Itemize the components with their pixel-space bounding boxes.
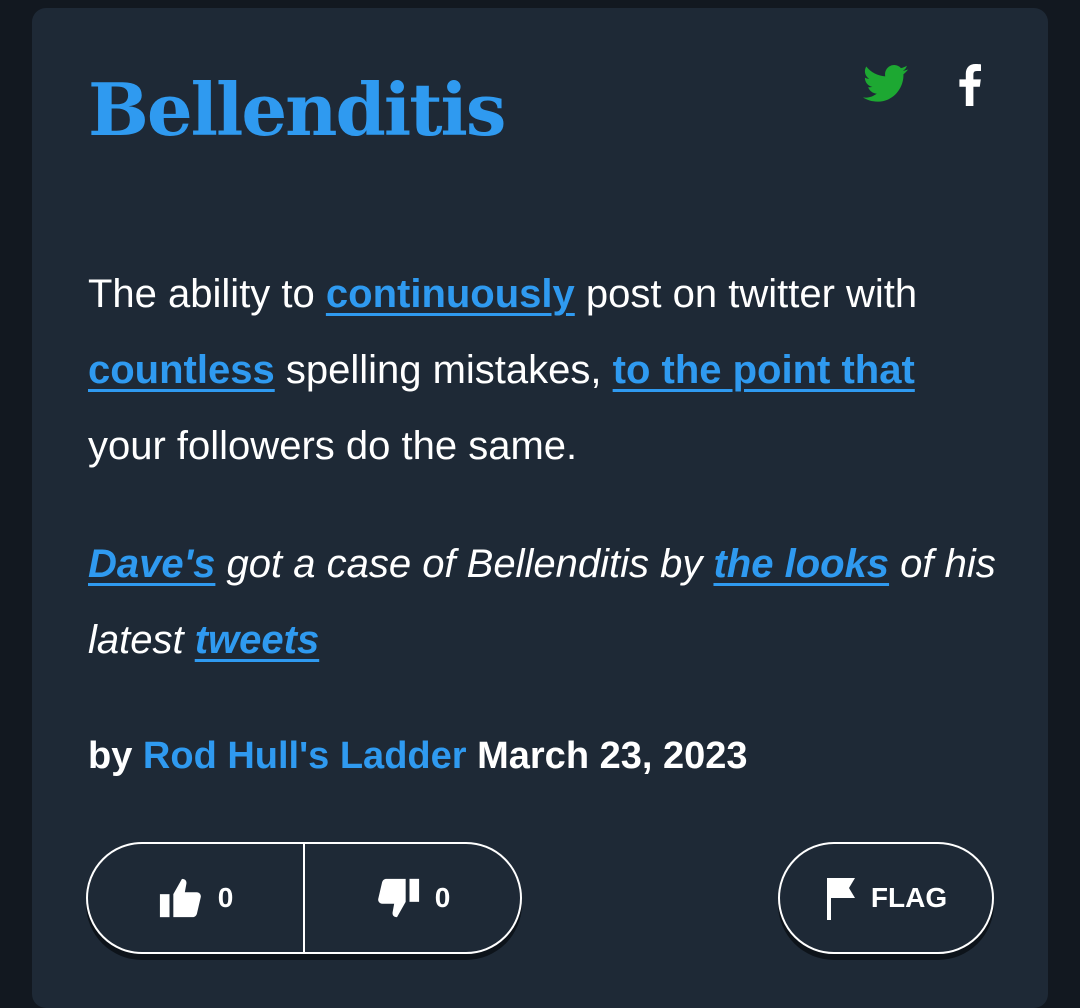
- definition-meaning: The ability to continuously post on twit…: [88, 256, 988, 484]
- vote-buttons: 0 0: [86, 842, 522, 954]
- term-link-countless[interactable]: countless: [88, 348, 275, 392]
- upvote-button[interactable]: 0: [88, 844, 303, 952]
- thumbs-down-icon: [377, 878, 419, 918]
- term-link-continuously[interactable]: continuously: [326, 272, 575, 316]
- flag-icon: [826, 878, 855, 920]
- by-label: by: [88, 735, 133, 777]
- author-link[interactable]: Rod Hull's Ladder: [143, 735, 467, 777]
- thumbs-up-icon: [159, 878, 201, 918]
- share-twitter-button[interactable]: [862, 62, 910, 106]
- term-link-the-looks[interactable]: the looks: [713, 542, 889, 586]
- definition-card: Bellenditis The ability to continuously …: [32, 8, 1048, 1008]
- term-link-daves[interactable]: Dave's: [88, 542, 215, 586]
- meaning-text-1: The ability to: [88, 272, 326, 316]
- meaning-text-3: spelling mistakes,: [274, 348, 613, 392]
- meaning-text-2: post on twitter with: [574, 272, 918, 316]
- flag-label: FLAG: [870, 882, 948, 913]
- term-link-to-the-point-that[interactable]: to the point that: [613, 348, 915, 392]
- downvote-count: 0: [434, 882, 451, 913]
- upvote-count: 0: [217, 882, 234, 913]
- word-title[interactable]: Bellenditis: [88, 70, 506, 149]
- contributor-line: by Rod Hull's Ladder March 23, 2023: [88, 726, 748, 786]
- twitter-bird-icon: [863, 65, 909, 102]
- term-link-tweets[interactable]: tweets: [195, 618, 320, 662]
- meaning-text-4: your followers do the same.: [88, 424, 578, 468]
- facebook-f-icon: [959, 64, 981, 106]
- share-facebook-button[interactable]: [952, 60, 988, 110]
- example-text-1: got a case of Bellenditis by: [215, 542, 714, 586]
- flag-button[interactable]: FLAG: [778, 842, 994, 954]
- definition-example: Dave's got a case of Bellenditis by the …: [88, 526, 1008, 678]
- post-date: March 23, 2023: [477, 735, 748, 777]
- downvote-button[interactable]: 0: [303, 844, 520, 952]
